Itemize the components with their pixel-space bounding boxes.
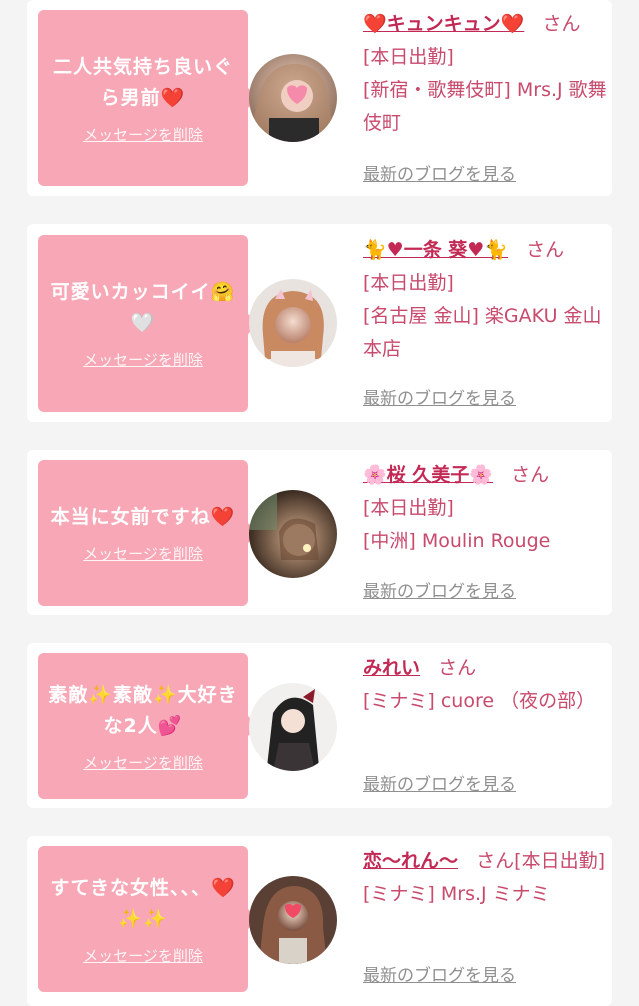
message-text: 可愛いカッコイイ🤗🤍 [50, 281, 236, 334]
avatar[interactable] [249, 683, 337, 771]
latest-blog-link[interactable]: 最新のブログを見る [363, 577, 516, 602]
message-bubble: 可愛いカッコイイ🤗🤍 メッセージを削除 [38, 235, 258, 412]
attendance-status: [本日出勤] [363, 272, 454, 294]
cast-info: みれい さん [ミナミ] cuore （夜の部） [363, 652, 609, 718]
cast-name-link[interactable]: 恋〜れん〜 [363, 850, 458, 872]
cast-info: ❤️キュンキュン❤️ さん [本日出勤] [新宿・歌舞伎町] Mrs.J 歌舞伎… [363, 8, 609, 140]
avatar[interactable] [249, 54, 337, 142]
shop-name: [新宿・歌舞伎町] Mrs.J 歌舞伎町 [363, 79, 607, 134]
delete-message-link[interactable]: メッセージを削除 [83, 349, 203, 370]
attendance-status: [本日出勤] [514, 850, 605, 872]
cast-name-link[interactable]: みれい [363, 657, 420, 679]
honorific: さん [438, 657, 477, 679]
message-text: 本当に女前ですね❤️ [50, 506, 236, 528]
message-bubble: すてきな女性、、、❤️✨✨ メッセージを削除 [38, 846, 258, 992]
honorific: さん [476, 850, 515, 872]
shop-name: [中洲] Moulin Rouge [363, 530, 551, 552]
avatar[interactable] [249, 279, 337, 367]
message-card-list: 二人共気持ち良いぐら男前❤️ メッセージを削除 ❤️キュンキュン❤️ さん [本… [0, 0, 639, 1006]
message-bubble: 二人共気持ち良いぐら男前❤️ メッセージを削除 [38, 10, 258, 186]
attendance-status: [本日出勤] [363, 46, 454, 68]
attendance-status: [本日出勤] [363, 497, 454, 519]
honorific: さん [511, 464, 550, 486]
avatar[interactable] [249, 876, 337, 964]
latest-blog-link[interactable]: 最新のブログを見る [363, 961, 516, 986]
shop-name: [名古屋 金山] 楽GAKU 金山本店 [363, 305, 602, 360]
delete-message-link[interactable]: メッセージを削除 [83, 124, 203, 145]
message-text: 素敵✨素敵✨大好きな2人💕 [48, 683, 238, 737]
message-card: すてきな女性、、、❤️✨✨ メッセージを削除 恋〜れん〜 さん[本日出勤] [ミ… [27, 836, 612, 1006]
shop-name: [ミナミ] cuore （夜の部） [363, 690, 596, 712]
delete-message-link[interactable]: メッセージを削除 [83, 752, 203, 773]
message-bubble: 素敵✨素敵✨大好きな2人💕 メッセージを削除 [38, 653, 258, 799]
delete-message-link[interactable]: メッセージを削除 [83, 945, 203, 966]
cast-info: 🌸桜 久美子🌸 さん [本日出勤] [中洲] Moulin Rouge [363, 459, 609, 558]
latest-blog-link[interactable]: 最新のブログを見る [363, 770, 516, 795]
shop-name: [ミナミ] Mrs.J ミナミ [363, 883, 550, 905]
cast-info: 🐈♥一条 葵♥🐈 さん [本日出勤] [名古屋 金山] 楽GAKU 金山本店 [363, 234, 609, 366]
message-bubble: 本当に女前ですね❤️ メッセージを削除 [38, 460, 258, 606]
delete-message-link[interactable]: メッセージを削除 [83, 543, 203, 564]
message-card: 二人共気持ち良いぐら男前❤️ メッセージを削除 ❤️キュンキュン❤️ さん [本… [27, 0, 612, 196]
cast-name-link[interactable]: 🐈♥一条 葵♥🐈 [363, 239, 508, 261]
honorific: さん [542, 13, 581, 35]
avatar[interactable] [249, 490, 337, 578]
message-card: 可愛いカッコイイ🤗🤍 メッセージを削除 🐈♥一条 葵♥🐈 さん [本日出勤] [… [27, 224, 612, 422]
latest-blog-link[interactable]: 最新のブログを見る [363, 384, 516, 409]
message-card: 素敵✨素敵✨大好きな2人💕 メッセージを削除 みれい さん [ミナミ] cuor… [27, 643, 612, 808]
cast-info: 恋〜れん〜 さん[本日出勤] [ミナミ] Mrs.J ミナミ [363, 845, 609, 911]
cast-name-link[interactable]: ❤️キュンキュン❤️ [363, 13, 524, 35]
honorific: さん [526, 239, 565, 261]
message-text: すてきな女性、、、❤️✨✨ [50, 876, 236, 930]
cast-name-link[interactable]: 🌸桜 久美子🌸 [363, 464, 493, 486]
latest-blog-link[interactable]: 最新のブログを見る [363, 160, 516, 185]
message-card: 本当に女前ですね❤️ メッセージを削除 🌸桜 久美子🌸 さん [本日出勤] [中… [27, 450, 612, 615]
message-text: 二人共気持ち良いぐら男前❤️ [52, 55, 233, 109]
